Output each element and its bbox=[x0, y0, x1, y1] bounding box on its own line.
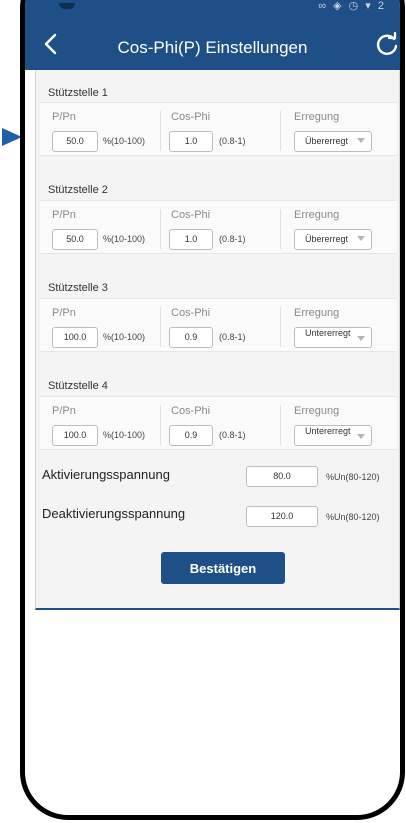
ppn-label: P/Pn bbox=[52, 111, 76, 123]
section-1: P/Pn 50.0 %(10-100) Cos-Phi 1.0 (0.8-1) … bbox=[40, 102, 397, 156]
settings-panel: Stützstelle 1 P/Pn 50.0 %(10-100) Cos-Ph… bbox=[35, 70, 400, 610]
divider bbox=[160, 307, 161, 347]
erregung-label: Erregung bbox=[294, 405, 340, 417]
cosphi-range: (0.8-1) bbox=[219, 332, 246, 342]
ppn-range: %(10-100) bbox=[103, 136, 146, 146]
erregung-select[interactable]: Übererregt bbox=[294, 131, 372, 152]
erregung-value: Übererregt bbox=[305, 234, 349, 244]
section-title: Stützstelle 4 bbox=[48, 380, 108, 392]
cosphi-label: Cos-Phi bbox=[171, 307, 211, 319]
cosphi-input[interactable]: 1.0 bbox=[169, 229, 213, 250]
page-title: Cos-Phi(P) Einstellungen bbox=[117, 38, 308, 57]
erregung-value: Untererregt bbox=[305, 328, 351, 338]
activation-label: Aktivierungsspannung bbox=[42, 467, 170, 482]
section-title: Stützstelle 3 bbox=[48, 282, 108, 294]
caret-down-icon bbox=[357, 434, 365, 439]
camera-notch bbox=[59, 3, 75, 9]
section-2: P/Pn 50.0 %(10-100) Cos-Phi 1.0 (0.8-1) … bbox=[40, 200, 397, 254]
deactivation-label: Deaktivierungsspannung bbox=[42, 506, 186, 521]
caret-down-icon bbox=[357, 336, 365, 341]
status-bar: ∞ ◈ ◷ ▾ 2 bbox=[25, 0, 400, 15]
divider bbox=[160, 209, 161, 249]
cosphi-range: (0.8-1) bbox=[219, 430, 246, 440]
pointer-arrow-icon bbox=[2, 128, 22, 146]
activation-input[interactable]: 80.0 bbox=[246, 466, 318, 487]
section-3: P/Pn 100.0 %(10-100) Cos-Phi 0.9 (0.8-1)… bbox=[40, 298, 397, 352]
cosphi-label: Cos-Phi bbox=[171, 209, 211, 221]
divider bbox=[280, 405, 281, 445]
cosphi-range: (0.8-1) bbox=[219, 136, 246, 146]
cosphi-input[interactable]: 0.9 bbox=[169, 327, 213, 348]
ppn-label: P/Pn bbox=[52, 405, 76, 417]
section-title: Stützstelle 2 bbox=[48, 184, 108, 196]
divider bbox=[160, 405, 161, 445]
cosphi-input[interactable]: 1.0 bbox=[169, 131, 213, 152]
ppn-input[interactable]: 100.0 bbox=[52, 327, 98, 348]
screen: ∞ ◈ ◷ ▾ 2 Cos-Phi(P) Einstellungen Stütz… bbox=[0, 0, 406, 823]
ppn-range: %(10-100) bbox=[103, 234, 146, 244]
cosphi-range: (0.8-1) bbox=[219, 234, 246, 244]
cosphi-input[interactable]: 0.9 bbox=[169, 425, 213, 446]
erregung-select[interactable]: Untererregt bbox=[294, 425, 372, 446]
caret-down-icon bbox=[357, 236, 365, 241]
divider bbox=[280, 209, 281, 249]
deactivation-range: %Un(80-120) bbox=[326, 512, 380, 522]
refresh-icon[interactable] bbox=[374, 32, 400, 58]
erregung-label: Erregung bbox=[294, 307, 340, 319]
deactivation-input[interactable]: 120.0 bbox=[246, 506, 318, 527]
erregung-value: Untererregt bbox=[305, 426, 351, 436]
status-icons: ∞ ◈ ◷ ▾ 2 bbox=[318, 0, 386, 12]
divider bbox=[280, 111, 281, 151]
ppn-input[interactable]: 100.0 bbox=[52, 425, 98, 446]
ppn-label: P/Pn bbox=[52, 307, 76, 319]
erregung-label: Erregung bbox=[294, 209, 340, 221]
cosphi-label: Cos-Phi bbox=[171, 405, 211, 417]
section-4: P/Pn 100.0 %(10-100) Cos-Phi 0.9 (0.8-1)… bbox=[40, 396, 397, 450]
caret-down-icon bbox=[357, 138, 365, 143]
divider bbox=[280, 307, 281, 347]
erregung-select[interactable]: Übererregt bbox=[294, 229, 372, 250]
erregung-value: Übererregt bbox=[305, 136, 349, 146]
erregung-select[interactable]: Untererregt bbox=[294, 327, 372, 348]
ppn-label: P/Pn bbox=[52, 209, 76, 221]
ppn-input[interactable]: 50.0 bbox=[52, 131, 98, 152]
phone-frame: ∞ ◈ ◷ ▾ 2 Cos-Phi(P) Einstellungen Stütz… bbox=[20, 0, 405, 820]
app-header: ∞ ◈ ◷ ▾ 2 Cos-Phi(P) Einstellungen bbox=[25, 0, 400, 70]
divider bbox=[160, 111, 161, 151]
cosphi-label: Cos-Phi bbox=[171, 111, 211, 123]
confirm-button[interactable]: Bestätigen bbox=[161, 552, 285, 584]
erregung-label: Erregung bbox=[294, 111, 340, 123]
ppn-range: %(10-100) bbox=[103, 430, 146, 440]
ppn-range: %(10-100) bbox=[103, 332, 146, 342]
activation-range: %Un(80-120) bbox=[326, 472, 380, 482]
section-title: Stützstelle 1 bbox=[48, 87, 108, 99]
ppn-input[interactable]: 50.0 bbox=[52, 229, 98, 250]
